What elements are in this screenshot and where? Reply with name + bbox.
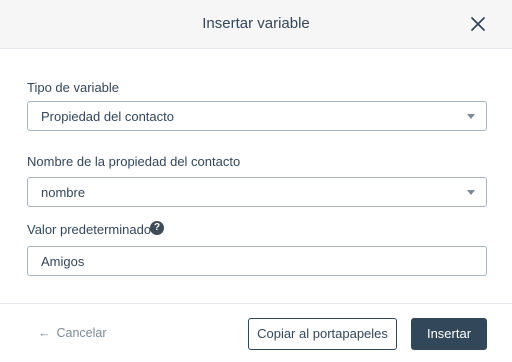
- footer-divider: [0, 303, 512, 304]
- default-value-label: Valor predeterminado: [27, 222, 152, 237]
- copy-to-clipboard-button[interactable]: Copiar al portapapeles: [248, 318, 397, 350]
- variable-type-value: Propiedad del contacto: [41, 109, 174, 124]
- close-icon[interactable]: [469, 15, 487, 33]
- property-name-select[interactable]: nombre: [27, 177, 487, 207]
- arrow-left-icon: ←: [38, 326, 51, 340]
- cancel-link[interactable]: ← Cancelar: [38, 326, 107, 340]
- variable-type-select[interactable]: Propiedad del contacto: [27, 101, 487, 131]
- property-name-value: nombre: [41, 185, 86, 200]
- variable-type-label: Tipo de variable: [27, 80, 120, 95]
- insert-button[interactable]: Insertar: [411, 318, 487, 350]
- default-value-input[interactable]: [27, 246, 487, 276]
- dialog-header: Insertar variable: [0, 0, 512, 49]
- property-name-label: Nombre de la propiedad del contacto: [27, 154, 241, 169]
- caret-down-icon: [467, 190, 475, 195]
- question-circle-icon[interactable]: ?: [150, 221, 164, 235]
- caret-down-icon: [467, 114, 475, 119]
- cancel-label: Cancelar: [56, 326, 107, 340]
- dialog-title: Insertar variable: [202, 15, 310, 32]
